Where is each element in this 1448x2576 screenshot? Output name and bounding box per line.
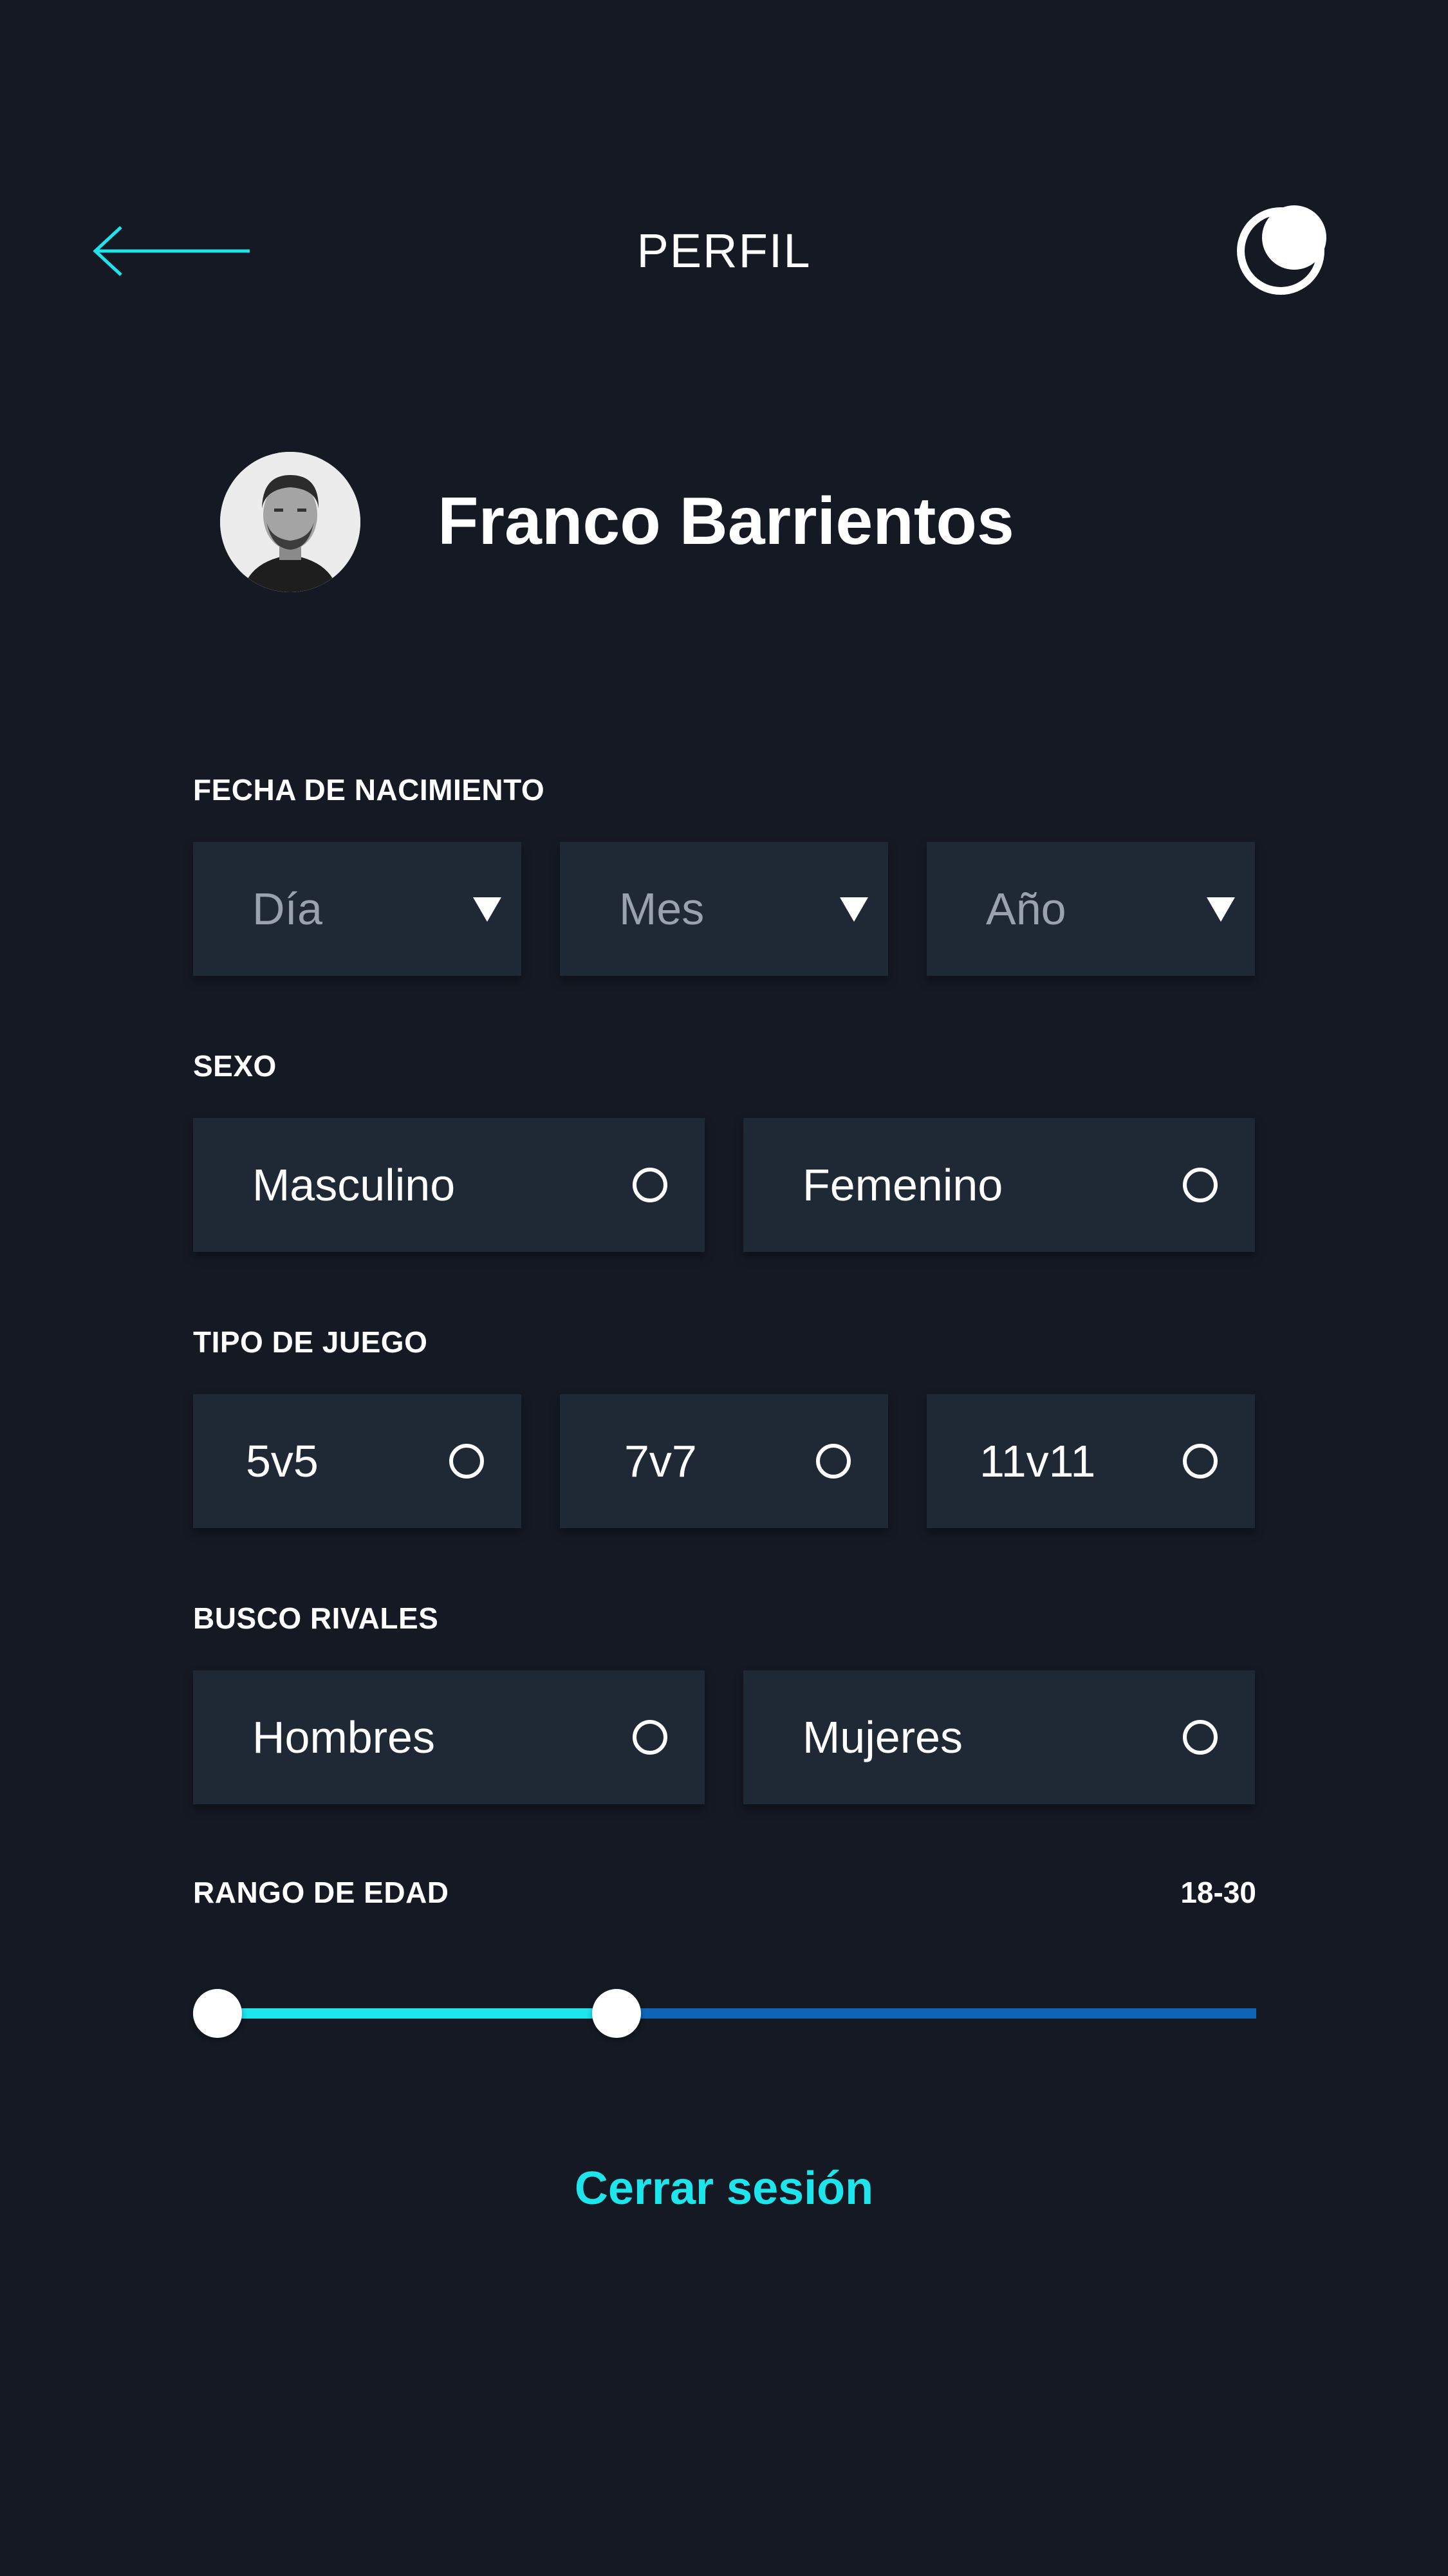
option-label: Femenino: [803, 1160, 1003, 1210]
user-name: Franco Barrientos: [438, 484, 1014, 559]
option-label: Mujeres: [803, 1712, 963, 1762]
radio-icon: [449, 1444, 484, 1479]
avatar-photo: [220, 452, 360, 592]
game-type-option-5v5[interactable]: 5v5: [193, 1394, 521, 1528]
chevron-down-icon: [1207, 897, 1235, 922]
year-select-value: Año: [986, 884, 1066, 934]
day-select[interactable]: Día: [193, 842, 521, 976]
chevron-down-icon: [473, 897, 501, 922]
year-select[interactable]: Año: [927, 842, 1255, 976]
sex-option-masculino[interactable]: Masculino: [193, 1118, 705, 1252]
age-range-value: 18-30: [1180, 1876, 1256, 1909]
month-select-value: Mes: [619, 884, 705, 934]
option-label: Masculino: [252, 1160, 456, 1210]
option-label: Hombres: [252, 1712, 435, 1762]
radio-icon: [1183, 1444, 1218, 1479]
theme-toggle-button[interactable]: [1232, 203, 1329, 299]
day-select-value: Día: [252, 884, 322, 934]
age-range-selected-track: [218, 2008, 617, 2019]
sex-label: SEXO: [193, 1049, 277, 1083]
avatar: [220, 452, 360, 592]
radio-icon: [816, 1444, 851, 1479]
moon-icon: [1237, 205, 1326, 295]
birth-date-label: FECHA DE NACIMIENTO: [193, 773, 545, 807]
logout-link[interactable]: Cerrar sesión: [0, 2156, 1448, 2221]
age-range-label: RANGO DE EDAD: [193, 1876, 449, 1909]
game-type-option-7v7[interactable]: 7v7: [560, 1394, 888, 1528]
age-range-min-handle[interactable]: [193, 1989, 242, 2038]
option-label: 11v11: [979, 1436, 1096, 1486]
option-label: 7v7: [624, 1436, 697, 1486]
radio-icon: [633, 1720, 667, 1755]
back-button[interactable]: [90, 222, 257, 280]
rivals-label: BUSCO RIVALES: [193, 1601, 439, 1635]
game-type-option-11v11[interactable]: 11v11: [927, 1394, 1255, 1528]
arrow-left-icon: [93, 226, 250, 276]
option-label: 5v5: [246, 1436, 319, 1486]
age-range-max-handle[interactable]: [591, 1989, 641, 2038]
month-select[interactable]: Mes: [560, 842, 888, 976]
rivals-option-mujeres[interactable]: Mujeres: [743, 1670, 1255, 1804]
radio-icon: [633, 1168, 667, 1202]
sex-option-femenino[interactable]: Femenino: [743, 1118, 1255, 1252]
chevron-down-icon: [840, 897, 868, 922]
radio-icon: [1183, 1168, 1218, 1202]
radio-icon: [1183, 1720, 1218, 1755]
game-type-label: TIPO DE JUEGO: [193, 1325, 428, 1359]
rivals-option-hombres[interactable]: Hombres: [193, 1670, 705, 1804]
